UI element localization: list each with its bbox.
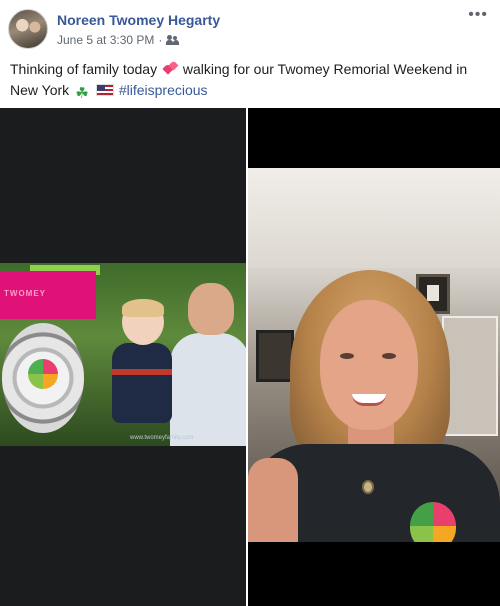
two-hearts-icon [162, 61, 178, 77]
medal-logo [28, 359, 58, 389]
shirt-logo [410, 502, 456, 542]
us-flag-icon [95, 84, 114, 96]
photo-right-image [248, 168, 500, 542]
child-figure [108, 299, 178, 446]
author-avatar[interactable] [8, 9, 48, 49]
pendant [362, 480, 374, 494]
shamrock-icon: ☘ [75, 85, 89, 102]
ribbon-text: TWOMEY [4, 289, 46, 298]
wall-picture [256, 330, 294, 382]
hashtag-link[interactable]: #lifeisprecious [119, 82, 208, 98]
photo-grid: TWOMEY www.twomeyfamily.com [0, 108, 500, 606]
photo-watermark: www.twomeyfamily.com [130, 435, 194, 441]
photo-right[interactable] [248, 108, 500, 606]
meta-separator: · [158, 33, 163, 47]
ribbon-pink: TWOMEY [0, 271, 96, 319]
post-text-part1: Thinking of family today [10, 61, 158, 77]
woman-face [320, 300, 418, 430]
post-meta: June 5 at 3:30 PM · [57, 33, 180, 47]
photo-left-image: TWOMEY www.twomeyfamily.com [0, 263, 246, 446]
doorway [442, 316, 498, 436]
more-options-button[interactable]: ••• [468, 6, 488, 24]
medal [2, 323, 84, 433]
friends-icon[interactable] [166, 35, 180, 45]
author-name-link[interactable]: Noreen Twomey Hegarty [57, 12, 220, 28]
photo-left[interactable]: TWOMEY www.twomeyfamily.com [0, 108, 246, 606]
post-timestamp-link[interactable]: June 5 at 3:30 PM [57, 33, 154, 47]
post-header: Noreen Twomey Hegarty June 5 at 3:30 PM … [0, 0, 500, 58]
man-figure [170, 283, 246, 446]
post-text: Thinking of family today walking for our… [10, 59, 490, 102]
